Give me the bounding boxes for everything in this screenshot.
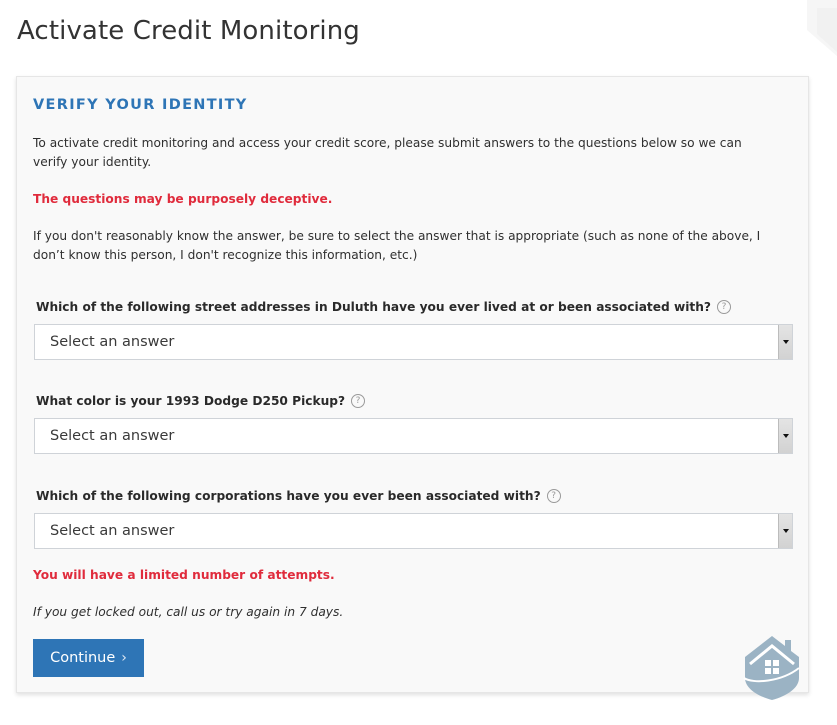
question-3-label: Which of the following corporations have… xyxy=(36,489,561,503)
intro-text: To activate credit monitoring and access… xyxy=(33,136,742,169)
house-shield-logo-icon xyxy=(743,636,800,700)
continue-button[interactable]: Continue › xyxy=(33,639,144,677)
question-1-selected-value: Select an answer xyxy=(50,334,175,350)
question-1-label: Which of the following street addresses … xyxy=(36,300,732,314)
chevron-down-icon[interactable] xyxy=(778,325,792,359)
attempts-warning: You will have a limited number of attemp… xyxy=(33,568,335,582)
lockout-note: If you get locked out, call us or try ag… xyxy=(33,605,344,619)
chevron-right-icon: › xyxy=(121,650,127,666)
verify-identity-card: VERIFY YOUR IDENTITY To activate credit … xyxy=(16,76,809,693)
question-1-select[interactable]: Select an answer xyxy=(34,324,793,360)
section-title: VERIFY YOUR IDENTITY xyxy=(33,97,248,113)
page-title: Activate Credit Monitoring xyxy=(17,16,360,46)
question-2-selected-value: Select an answer xyxy=(50,428,175,444)
question-3-selected-value: Select an answer xyxy=(50,523,175,539)
question-3-text: Which of the following corporations have… xyxy=(36,489,541,503)
question-2-label: What color is your 1993 Dodge D250 Picku… xyxy=(36,394,366,408)
question-2-text: What color is your 1993 Dodge D250 Picku… xyxy=(36,394,346,408)
guidance-text: If you don't reasonably know the answer,… xyxy=(33,229,761,262)
continue-label: Continue xyxy=(50,650,116,666)
question-circle-icon[interactable]: ? xyxy=(546,489,561,503)
question-1-text: Which of the following street addresses … xyxy=(36,300,712,314)
question-circle-icon[interactable]: ? xyxy=(351,394,366,408)
question-2-select[interactable]: Select an answer xyxy=(34,418,793,454)
corner-decoration xyxy=(807,0,837,56)
chevron-down-icon[interactable] xyxy=(778,419,792,453)
chevron-down-icon[interactable] xyxy=(778,514,792,548)
question-3-select[interactable]: Select an answer xyxy=(34,513,793,549)
deceptive-warning: The questions may be purposely deceptive… xyxy=(33,192,333,206)
question-circle-icon[interactable]: ? xyxy=(717,300,732,314)
